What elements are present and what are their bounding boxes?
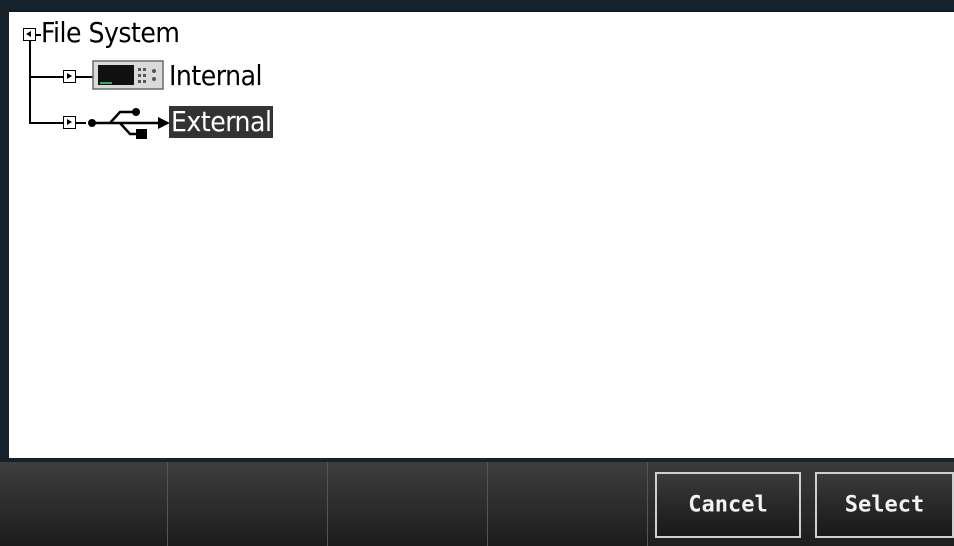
select-button-label: Select (844, 492, 925, 518)
file-browser-panel: File System Internal External (9, 10, 954, 458)
external-connector (76, 122, 86, 124)
external-expand-toggle[interactable] (63, 116, 76, 129)
internal-expand-toggle[interactable] (63, 70, 76, 83)
screen-frame: File System Internal External Cancel Sel… (0, 0, 954, 546)
instrument-icon (92, 60, 164, 90)
softkey-2[interactable] (168, 462, 328, 546)
tree-node-file-system[interactable]: File System (41, 17, 180, 49)
usb-icon (88, 108, 170, 139)
select-button[interactable]: Select (815, 472, 954, 538)
internal-branch-line (29, 76, 63, 78)
tree-node-internal[interactable]: Internal (169, 60, 263, 92)
internal-connector (76, 76, 93, 78)
cancel-button-label: Cancel (688, 492, 768, 518)
softkey-4[interactable] (488, 462, 648, 546)
softkey-bar: Cancel Select (0, 462, 954, 546)
triangle-left-icon (26, 31, 31, 37)
softkey-1[interactable] (0, 462, 168, 546)
softkey-3[interactable] (328, 462, 488, 546)
tree-node-external[interactable]: External (169, 106, 274, 138)
external-branch-line (29, 122, 63, 124)
triangle-right-icon (67, 73, 72, 79)
triangle-right-icon (67, 119, 72, 125)
tree-trunk-line (29, 41, 31, 122)
root-collapse-toggle[interactable] (23, 28, 36, 41)
cancel-button[interactable]: Cancel (655, 472, 801, 538)
